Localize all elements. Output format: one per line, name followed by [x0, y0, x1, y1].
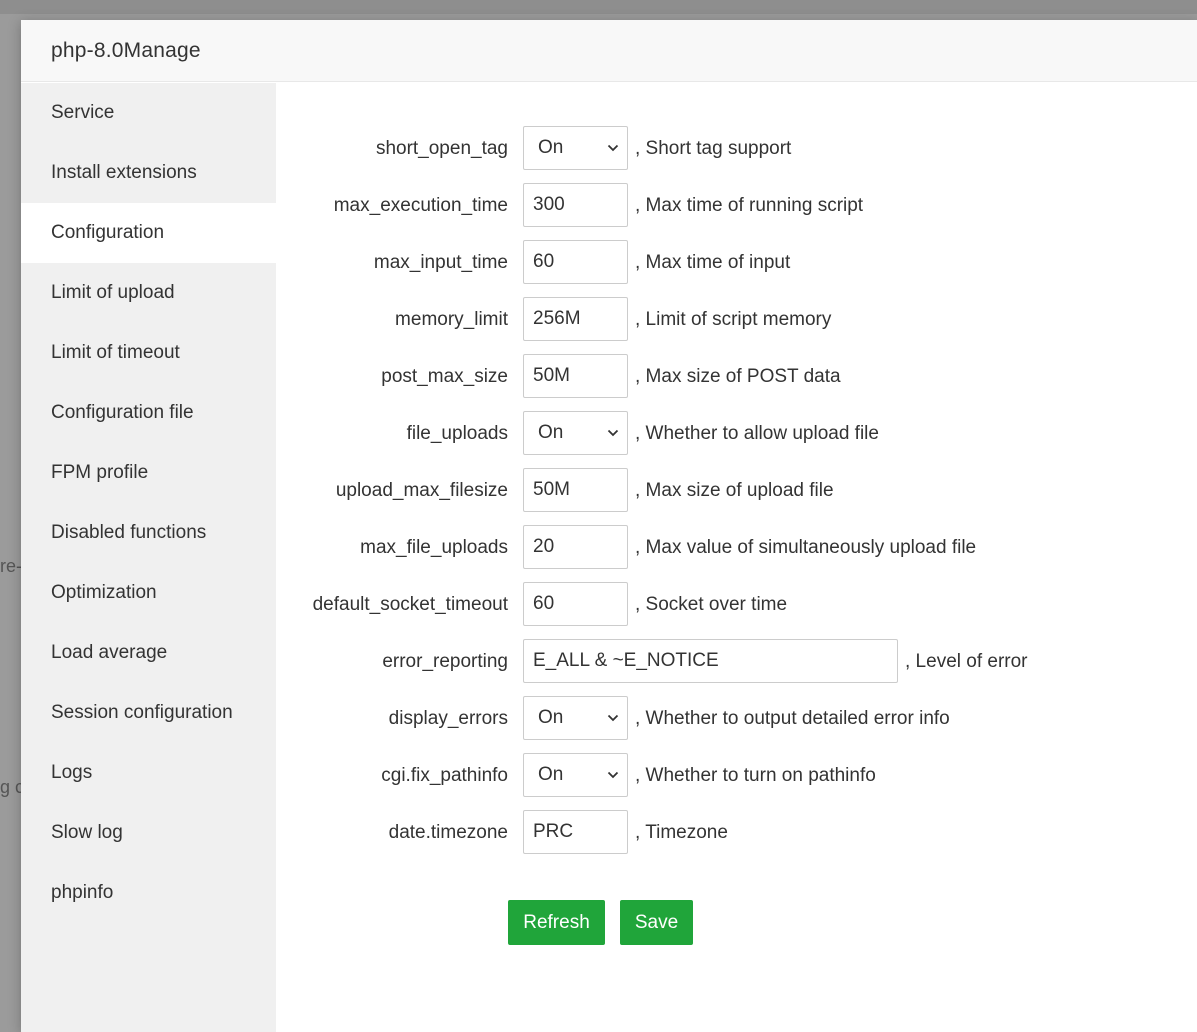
- sidebar-item-fpm-profile[interactable]: FPM profile: [21, 443, 276, 503]
- config-row-display-errors: display_errors On , Whether to output deta…: [276, 696, 1197, 742]
- post-max-size-input[interactable]: [523, 354, 628, 398]
- sidebar-nav: Service Install extensions Configuration Li…: [21, 83, 276, 1032]
- config-description-file-uploads: , Whether to allow upload file: [635, 423, 879, 444]
- sidebar-item-service[interactable]: Service: [21, 83, 276, 143]
- config-description-short-open-tag: , Short tag support: [635, 138, 792, 159]
- config-row-max-input-time: max_input_time , Max time of input: [276, 240, 1197, 286]
- upload-max-filesize-input[interactable]: [523, 468, 628, 512]
- config-row-error-reporting: error_reporting , Level of error: [276, 639, 1197, 685]
- config-label-cgi-fix-pathinfo: cgi.fix_pathinfo: [381, 765, 508, 786]
- cgi-fix-pathinfo-select[interactable]: On: [523, 753, 628, 797]
- display-errors-select-value: On: [538, 707, 564, 728]
- config-description-error-reporting: , Level of error: [905, 651, 1028, 672]
- max-input-time-input[interactable]: [523, 240, 628, 284]
- config-description-default-socket-timeout: , Socket over time: [635, 594, 788, 615]
- config-row-date-timezone: date.timezone , Timezone: [276, 810, 1197, 856]
- cgi-fix-pathinfo-select-value: On: [538, 764, 564, 785]
- config-label-max-execution-time: max_execution_time: [333, 195, 508, 216]
- config-row-post-max-size: post_max_size , Max size of POST data: [276, 354, 1197, 400]
- file-uploads-select-value: On: [538, 422, 564, 443]
- sidebar-item-configuration-file[interactable]: Configuration file: [21, 383, 276, 443]
- save-button[interactable]: Save: [620, 900, 693, 945]
- config-description-memory-limit: , Limit of script memory: [635, 309, 832, 330]
- max-execution-time-input[interactable]: [523, 183, 628, 227]
- config-label-file-uploads: file_uploads: [406, 423, 508, 444]
- config-label-post-max-size: post_max_size: [381, 366, 508, 387]
- configuration-panel: Refresh Save short_open_tag On , Short tag…: [276, 83, 1197, 1032]
- sidebar-item-optimization[interactable]: Optimization: [21, 563, 276, 623]
- background-top-bar: [0, 0, 1197, 14]
- config-label-error-reporting: error_reporting: [382, 651, 508, 672]
- config-label-memory-limit: memory_limit: [395, 309, 508, 330]
- config-label-max-input-time: max_input_time: [373, 252, 508, 273]
- config-row-cgi-fix-pathinfo: cgi.fix_pathinfo On , Whether to turn on p…: [276, 753, 1197, 799]
- sidebar-item-slow-log[interactable]: Slow log: [21, 803, 276, 863]
- config-description-display-errors: , Whether to output detailed error info: [635, 708, 950, 729]
- config-description-date-timezone: , Timezone: [635, 822, 728, 843]
- max-file-uploads-input[interactable]: [523, 525, 628, 569]
- background-text: re-: [0, 556, 22, 576]
- config-row-max-execution-time: max_execution_time , Max time of running …: [276, 183, 1197, 229]
- chevron-down-icon: [607, 714, 619, 722]
- config-row-short-open-tag: short_open_tag On , Short tag support: [276, 126, 1197, 172]
- config-label-default-socket-timeout: default_socket_timeout: [312, 594, 508, 615]
- chevron-down-icon: [607, 144, 619, 152]
- chevron-down-icon: [607, 429, 619, 437]
- sidebar-item-session-configuration[interactable]: Session configuration: [21, 683, 276, 743]
- sidebar-item-disabled-functions[interactable]: Disabled functions: [21, 503, 276, 563]
- config-description-upload-max-filesize: , Max size of upload file: [635, 480, 834, 501]
- sidebar-item-install-extensions[interactable]: Install extensions: [21, 143, 276, 203]
- default-socket-timeout-input[interactable]: [523, 582, 628, 626]
- config-label-upload-max-filesize: upload_max_filesize: [335, 480, 508, 501]
- config-label-display-errors: display_errors: [388, 708, 508, 729]
- sidebar-item-limit-of-upload[interactable]: Limit of upload: [21, 263, 276, 323]
- config-description-max-file-uploads: , Max value of simultaneously upload fil…: [635, 537, 977, 558]
- short-open-tag-select-value: On: [538, 137, 564, 158]
- sidebar-item-logs[interactable]: Logs: [21, 743, 276, 803]
- config-description-max-input-time: , Max time of input: [635, 252, 791, 273]
- config-label-date-timezone: date.timezone: [388, 822, 508, 843]
- sidebar-item-load-average[interactable]: Load average: [21, 623, 276, 683]
- dialog-title: php-8.0Manage: [51, 39, 201, 62]
- php-manage-dialog: php-8.0Manage Service Install extensions C…: [21, 20, 1197, 1032]
- sidebar-item-phpinfo[interactable]: phpinfo: [21, 863, 276, 923]
- config-description-max-execution-time: , Max time of running script: [635, 195, 864, 216]
- config-row-upload-max-filesize: upload_max_filesize , Max size of upload …: [276, 468, 1197, 514]
- config-label-short-open-tag: short_open_tag: [375, 138, 508, 159]
- config-description-post-max-size: , Max size of POST data: [635, 366, 841, 387]
- config-description-cgi-fix-pathinfo: , Whether to turn on pathinfo: [635, 765, 876, 786]
- error-reporting-input[interactable]: [523, 639, 898, 683]
- config-label-max-file-uploads: max_file_uploads: [360, 537, 508, 558]
- chevron-down-icon: [607, 771, 619, 779]
- dialog-header: php-8.0Manage: [21, 20, 1197, 82]
- memory-limit-input[interactable]: [523, 297, 628, 341]
- config-row-file-uploads: file_uploads On , Whether to allow upload …: [276, 411, 1197, 457]
- config-row-max-file-uploads: max_file_uploads , Max value of simultane…: [276, 525, 1197, 571]
- sidebar-item-configuration[interactable]: Configuration: [21, 203, 276, 263]
- date-timezone-input[interactable]: [523, 810, 628, 854]
- refresh-button[interactable]: Refresh: [508, 900, 605, 945]
- config-row-default-socket-timeout: default_socket_timeout , Socket over time: [276, 582, 1197, 628]
- display-errors-select[interactable]: On: [523, 696, 628, 740]
- short-open-tag-select[interactable]: On: [523, 126, 628, 170]
- config-row-memory-limit: memory_limit , Limit of script memory: [276, 297, 1197, 343]
- sidebar-item-limit-of-timeout[interactable]: Limit of timeout: [21, 323, 276, 383]
- file-uploads-select[interactable]: On: [523, 411, 628, 455]
